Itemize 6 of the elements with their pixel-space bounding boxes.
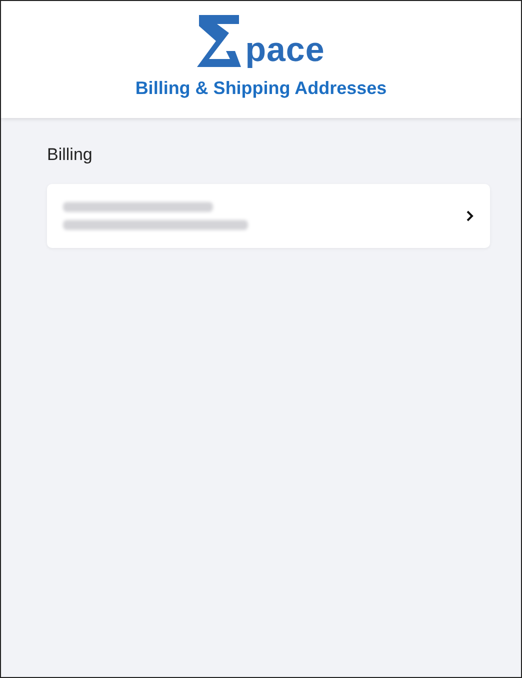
page-title: Billing & Shipping Addresses: [135, 77, 387, 100]
section-heading: Billing: [47, 144, 94, 166]
chevron-right-icon: [466, 210, 474, 222]
logo-icon: [197, 15, 242, 67]
logo-text: pace: [245, 33, 325, 67]
address-card[interactable]: [47, 184, 490, 248]
